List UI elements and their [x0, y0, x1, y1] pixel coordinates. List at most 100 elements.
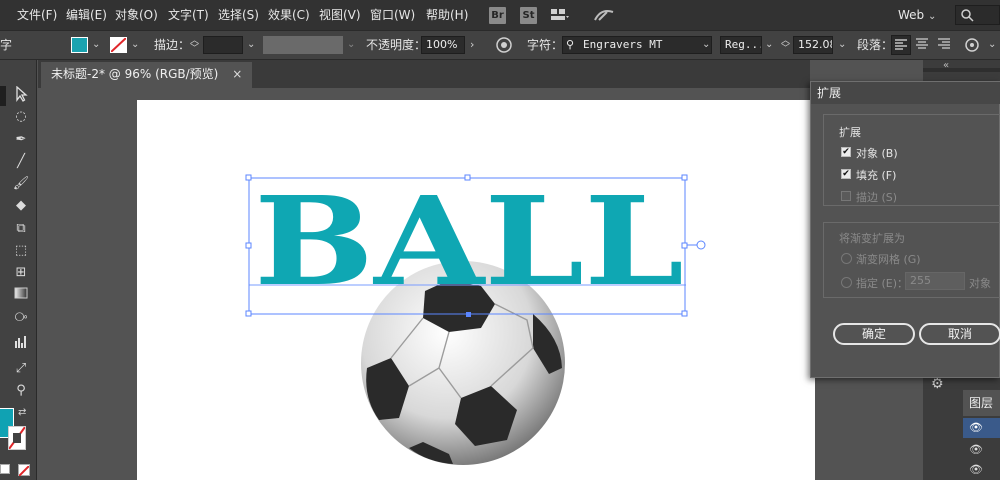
none-mode-icon[interactable] [18, 464, 30, 477]
shape-builder-tool-icon[interactable]: ⧂ [10, 309, 32, 327]
profile-dropdown-icon[interactable]: ⌄ [347, 39, 355, 50]
workspace-switcher[interactable]: Web ⌄ [898, 0, 936, 30]
align-right-icon[interactable] [935, 35, 955, 55]
layer-row[interactable]: 👁 [963, 440, 1000, 460]
selection-tool-edge[interactable] [0, 86, 6, 106]
fill-option-label: 填充 (F) [856, 169, 897, 182]
arrange-documents-icon[interactable] [550, 7, 570, 23]
line-tool-icon[interactable]: ╱ [10, 153, 32, 171]
object-checkbox[interactable]: ✔ [841, 147, 851, 157]
visibility-eye-icon-3[interactable]: 👁 [969, 463, 983, 476]
font-family-dropdown-icon[interactable]: ⌄ [702, 39, 710, 50]
character-label: 字符： [527, 38, 564, 52]
font-size-field[interactable]: 152.08 [793, 36, 833, 54]
stroke-color-box[interactable] [8, 426, 26, 450]
menu-view[interactable]: 视图(V) [319, 0, 361, 30]
gradient-section-label: 将渐变扩展为 [839, 232, 905, 245]
opacity-label: 不透明度： [366, 38, 427, 52]
menu-window[interactable]: 窗口(W) [370, 0, 415, 30]
paragraph-label: 段落： [857, 38, 894, 52]
gradient-tool-icon[interactable] [10, 287, 32, 305]
paintbrush-tool-icon[interactable]: 🖌 [10, 175, 32, 193]
font-family-field[interactable]: ⚲ Engravers MT [562, 36, 712, 54]
lasso-tool-icon[interactable]: ◌ [10, 108, 32, 126]
visibility-eye-icon[interactable]: 👁 [969, 421, 983, 434]
stroke-checkbox[interactable] [841, 191, 851, 201]
layer-row-selected[interactable]: 👁 [963, 418, 1000, 438]
tools-panel: ◌ ✒ ╱ 🖌 ◆ ⧉ ⬚ ⊞ ⧂ ⤢ ⚲ ⇄ [0, 60, 37, 480]
layer-row-2[interactable]: 👁 [963, 460, 1000, 480]
expand-section-label: 扩展 [839, 126, 861, 139]
gradient-mesh-radio[interactable] [841, 253, 852, 264]
gpu-performance-icon[interactable] [593, 6, 615, 24]
align-center-icon[interactable] [913, 35, 933, 55]
specify-label: 指定 (E)： [856, 277, 909, 290]
eyedropper-tool-icon[interactable]: ⤢ [10, 360, 32, 378]
variable-width-profile[interactable] [263, 36, 343, 54]
stock-icon[interactable]: St [520, 7, 537, 24]
control-bar: 字 ⌄ ⌄ 描边： ︿ ﹀ ⌄ ⌄ 不透明度： 100% › 字符： ⚲ Engra… [0, 30, 1000, 60]
document-tab[interactable]: 未标题-2* @ 96% (RGB/预览) × [41, 62, 253, 88]
settings-gear-icon[interactable]: ⚙ [931, 376, 944, 392]
opacity-field[interactable]: 100% [421, 36, 465, 54]
font-style-field[interactable]: Reg... [720, 36, 762, 54]
ball-text: BALL [254, 170, 684, 313]
fill-checkbox[interactable]: ✔ [841, 169, 851, 179]
fill-dropdown-icon[interactable]: ⌄ [92, 39, 100, 50]
specify-unit-label: 对象 [969, 277, 991, 290]
font-size-stepper[interactable]: ︿ ﹀ [781, 37, 791, 54]
column-graph-tool-icon[interactable] [10, 335, 32, 353]
recolor-artwork-icon[interactable] [495, 36, 513, 54]
bridge-icon[interactable]: Br [489, 7, 506, 24]
menu-help[interactable]: 帮助(H) [426, 0, 468, 30]
menu-edit[interactable]: 编辑(E) [66, 0, 107, 30]
specify-radio[interactable] [841, 277, 852, 288]
transform-again-icon[interactable] [962, 36, 982, 54]
opacity-arrow-icon[interactable]: › [470, 38, 474, 51]
search-input[interactable] [955, 5, 1000, 25]
selection-type-label: 字 [0, 38, 13, 52]
gradient-mesh-label: 渐变网格 (G) [856, 253, 921, 266]
close-tab-icon[interactable]: × [232, 67, 242, 81]
stroke-dropdown-icon[interactable]: ⌄ [131, 39, 139, 50]
font-size-dropdown-icon[interactable]: ⌄ [838, 39, 846, 50]
menu-type[interactable]: 文字(T) [168, 0, 209, 30]
menu-effect[interactable]: 效果(C) [268, 0, 310, 30]
more-options-dropdown-icon[interactable]: ⌄ [988, 39, 996, 50]
scale-tool-icon[interactable]: ⧉ [10, 220, 32, 238]
eraser-tool-icon[interactable]: ◆ [10, 197, 32, 215]
stroke-stepper[interactable]: ︿ ﹀ [190, 37, 200, 54]
search-icon [960, 7, 976, 23]
menu-object[interactable]: 对象(O) [115, 0, 158, 30]
font-style-dropdown-icon[interactable]: ⌄ [765, 39, 773, 50]
color-mode-icon[interactable] [0, 464, 10, 474]
menu-file[interactable]: 文件(F) [17, 0, 57, 30]
align-left-icon[interactable] [891, 35, 911, 55]
ok-button[interactable]: 确定 [833, 323, 915, 345]
visibility-eye-icon-2[interactable]: 👁 [969, 443, 983, 456]
dock-header [923, 68, 1000, 72]
layers-panel-tab[interactable]: 图层 [963, 390, 1000, 416]
object-option-label: 对象 (B) [856, 147, 898, 160]
swap-colors-icon[interactable]: ⇄ [18, 407, 26, 418]
menu-select[interactable]: 选择(S) [218, 0, 259, 30]
stroke-weight-dropdown-icon[interactable]: ⌄ [247, 39, 255, 50]
fill-swatch[interactable] [71, 37, 88, 53]
stroke-label: 描边： [154, 38, 191, 52]
direct-selection-tool-icon[interactable] [10, 85, 32, 104]
zoom-tool-icon[interactable]: ⚲ [10, 382, 32, 400]
document-tab-title: 未标题-2* @ 96% (RGB/预览) [51, 67, 219, 81]
pen-tool-icon[interactable]: ✒ [10, 131, 32, 149]
dialog-title[interactable]: 扩展 [811, 82, 1000, 104]
free-transform-tool-icon[interactable]: ⬚ [10, 242, 32, 260]
expand-dialog: 扩展 扩展 ✔ 对象 (B) ✔ 填充 (F) 描边 (S) 将渐变扩展为 渐变… [810, 81, 1000, 378]
text-object[interactable]: BALL [240, 170, 712, 322]
menu-bar: 文件(F) 编辑(E) 对象(O) 文字(T) 选择(S) 效果(C) 视图(V… [0, 0, 1000, 30]
perspective-grid-tool-icon[interactable]: ⊞ [10, 264, 32, 282]
stroke-swatch[interactable] [110, 37, 127, 53]
cancel-button[interactable]: 取消 [919, 323, 1000, 345]
specify-value-field[interactable]: 255 [905, 272, 965, 290]
font-search-icon: ⚲ [566, 38, 575, 51]
stroke-option-label: 描边 (S) [856, 191, 898, 204]
stroke-weight-field[interactable] [203, 36, 243, 54]
